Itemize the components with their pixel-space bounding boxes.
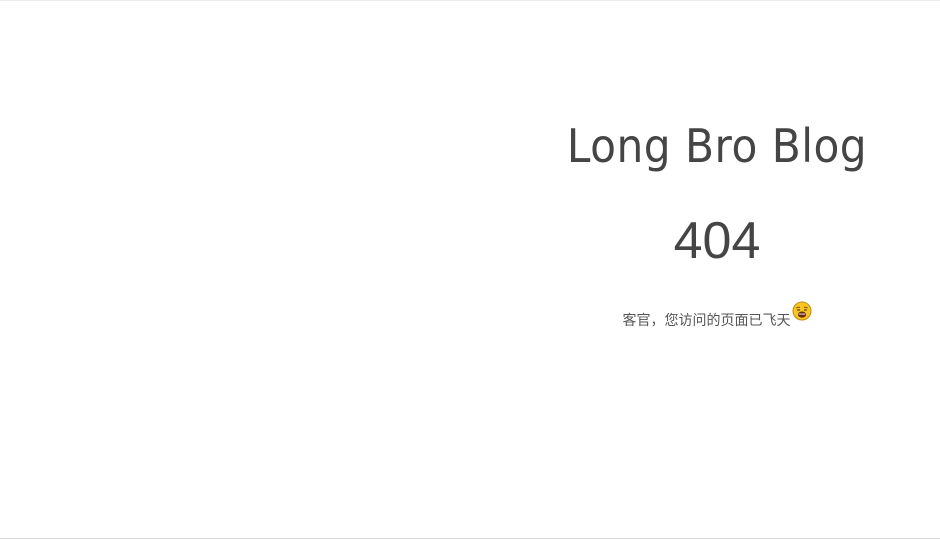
error-page: Long Bro Blog 404 客官，您访问的页面已飞天 [0, 0, 940, 539]
error-code: 404 [673, 212, 761, 270]
astonished-face-icon [792, 301, 811, 321]
site-title[interactable]: Long Bro Blog [533, 113, 901, 179]
error-message-text: 客官，您访问的页面已飞天 [622, 313, 791, 329]
error-message: 客官，您访问的页面已飞天 [517, 301, 917, 338]
